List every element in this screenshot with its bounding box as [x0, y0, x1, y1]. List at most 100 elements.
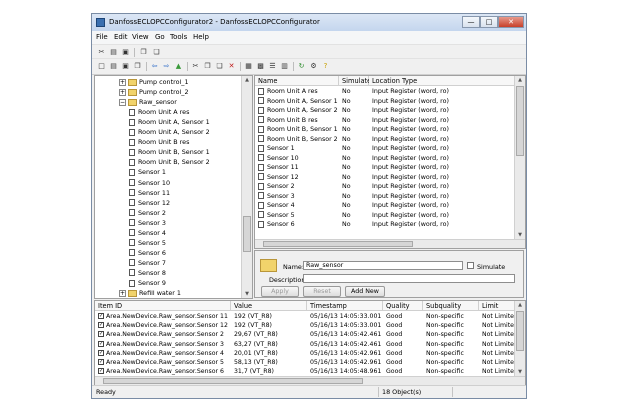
list-hscroll-thumb[interactable]: [263, 241, 413, 247]
column-header-timestamp[interactable]: Timestamp: [307, 301, 383, 311]
menu-edit[interactable]: Edit: [114, 33, 128, 41]
expand-icon[interactable]: +: [119, 88, 126, 96]
tree-item[interactable]: Sensor 10: [129, 178, 170, 188]
scroll-up-icon[interactable]: ▲: [242, 77, 252, 83]
help-icon[interactable]: ?: [321, 62, 330, 71]
tree-item[interactable]: Sensor 8: [129, 268, 166, 278]
scroll-down-icon[interactable]: ▼: [515, 232, 525, 238]
grid-horizontal-scrollbar[interactable]: [95, 376, 525, 385]
tree-scroll-thumb[interactable]: [243, 216, 251, 252]
list-vertical-scrollbar[interactable]: ▲ ▼: [514, 76, 525, 239]
small-icons-icon[interactable]: ▩: [256, 62, 265, 71]
title-bar[interactable]: DanfossECLOPCConfigurator2 - DanfossECLO…: [92, 14, 526, 32]
checkmark-icon[interactable]: ✓: [98, 313, 104, 319]
tree-item[interactable]: Sensor 11: [129, 188, 170, 198]
tree-vertical-scrollbar[interactable]: ▲ ▼: [241, 76, 252, 298]
simulate-checkbox[interactable]: [467, 262, 474, 269]
tree-item[interactable]: Room Unit B, Sensor 2: [129, 157, 210, 167]
open-icon[interactable]: ▤: [109, 48, 118, 57]
tree-item[interactable]: Sensor 5: [129, 238, 166, 248]
checkmark-icon[interactable]: ✓: [98, 340, 104, 347]
tree-item[interactable]: Room Unit A res: [129, 107, 189, 117]
collapse-icon[interactable]: −: [119, 98, 126, 106]
monitor-grid[interactable]: Item ID Value Timestamp Quality Subquali…: [94, 300, 526, 386]
details-icon[interactable]: ▥: [280, 62, 289, 71]
save-icon[interactable]: ▣: [121, 48, 130, 57]
column-header-limit[interactable]: Limit: [479, 301, 515, 311]
copy-icon[interactable]: ❐: [139, 48, 148, 57]
column-header-name[interactable]: Name: [255, 76, 339, 86]
grid-scroll-thumb[interactable]: [516, 311, 524, 351]
description-input[interactable]: [303, 274, 515, 283]
cut-icon[interactable]: ✂: [97, 48, 106, 57]
scroll-up-icon[interactable]: ▲: [515, 302, 525, 308]
tree-item[interactable]: Sensor 2: [129, 208, 166, 218]
column-header-value[interactable]: Value: [231, 301, 307, 311]
copy-icon[interactable]: ❐: [133, 62, 142, 71]
tree-item[interactable]: Sensor 3: [129, 218, 166, 228]
expand-icon[interactable]: +: [119, 289, 126, 297]
back-icon[interactable]: ⇦: [150, 62, 159, 71]
name-input[interactable]: Raw_sensor: [303, 261, 463, 270]
tree-item[interactable]: + Refill water 1: [119, 288, 181, 298]
open-icon[interactable]: ▤: [109, 62, 118, 71]
cut-icon[interactable]: ✂: [191, 62, 200, 71]
save-icon[interactable]: ▣: [121, 62, 130, 71]
tree-item[interactable]: Room Unit A, Sensor 1: [129, 117, 210, 127]
menu-view[interactable]: View: [132, 33, 149, 41]
column-header-subquality[interactable]: Subquality: [423, 301, 479, 311]
tree-item[interactable]: Sensor 7: [129, 258, 166, 268]
menu-go[interactable]: Go: [155, 33, 165, 41]
close-button[interactable]: ✕: [498, 16, 524, 28]
column-header-quality[interactable]: Quality: [383, 301, 423, 311]
apply-button[interactable]: Apply: [261, 286, 299, 297]
tag-list-view[interactable]: Name Simulate Location Type Room Unit A …: [254, 75, 526, 249]
checkmark-icon[interactable]: ✓: [98, 331, 104, 338]
scroll-down-icon[interactable]: ▼: [242, 291, 252, 297]
tree-item[interactable]: − Raw_sensor: [119, 97, 177, 107]
tree-item[interactable]: Room Unit B res: [129, 137, 189, 147]
tree-item[interactable]: Room Unit A, Sensor 2: [129, 127, 210, 137]
checkmark-icon[interactable]: ✓: [98, 349, 104, 356]
scroll-up-icon[interactable]: ▲: [515, 77, 525, 83]
maximize-button[interactable]: □: [480, 16, 498, 28]
tree-item[interactable]: Sensor 12: [129, 198, 170, 208]
list-icon[interactable]: ☰: [268, 62, 277, 71]
tree-item[interactable]: Sensor 4: [129, 228, 166, 238]
menu-tools[interactable]: Tools: [170, 33, 187, 41]
scroll-down-icon[interactable]: ▼: [515, 369, 525, 375]
delete-icon[interactable]: ✕: [227, 62, 236, 71]
checkmark-icon[interactable]: ✓: [98, 322, 104, 329]
properties-icon[interactable]: ⚙: [309, 62, 318, 71]
list-horizontal-scrollbar[interactable]: [255, 239, 525, 248]
reset-button[interactable]: Reset: [303, 286, 341, 297]
list-scroll-thumb[interactable]: [516, 86, 524, 156]
forward-icon[interactable]: ⇨: [162, 62, 171, 71]
expand-icon[interactable]: +: [119, 78, 126, 86]
tree-item[interactable]: Room Unit B, Sensor 1: [129, 147, 210, 157]
tree-view[interactable]: + Pump control_1 + Pump control_2 − Raw_senso…: [94, 75, 253, 299]
grid-vertical-scrollbar[interactable]: ▲ ▼: [514, 301, 525, 376]
menu-file[interactable]: File: [96, 33, 108, 41]
tree-item[interactable]: Sensor 9: [129, 278, 166, 288]
up-icon[interactable]: ▲: [174, 62, 183, 71]
column-header-location-type[interactable]: Location Type: [369, 76, 515, 86]
refresh-icon[interactable]: ↻: [297, 62, 306, 71]
column-header-item-id[interactable]: Item ID: [95, 301, 231, 311]
column-header-simulate[interactable]: Simulate: [339, 76, 371, 86]
paste-icon[interactable]: ❏: [152, 48, 161, 57]
tree-item[interactable]: + Pump control_2: [119, 87, 189, 97]
copy-icon[interactable]: ❐: [203, 62, 212, 71]
tree-item[interactable]: + Pump control_1: [119, 77, 189, 87]
tree-item[interactable]: Sensor 1: [129, 167, 166, 177]
checkmark-icon[interactable]: ✓: [98, 368, 104, 375]
menu-help[interactable]: Help: [193, 33, 209, 41]
paste-icon[interactable]: ❏: [215, 62, 224, 71]
new-icon[interactable]: □: [97, 62, 106, 71]
add-new-button[interactable]: Add New: [345, 286, 385, 297]
large-icons-icon[interactable]: ▦: [244, 62, 253, 71]
tree-item[interactable]: Sensor 6: [129, 248, 166, 258]
minimize-button[interactable]: —: [462, 16, 480, 28]
grid-hscroll-thumb[interactable]: [103, 378, 363, 384]
checkmark-icon[interactable]: ✓: [98, 359, 104, 365]
